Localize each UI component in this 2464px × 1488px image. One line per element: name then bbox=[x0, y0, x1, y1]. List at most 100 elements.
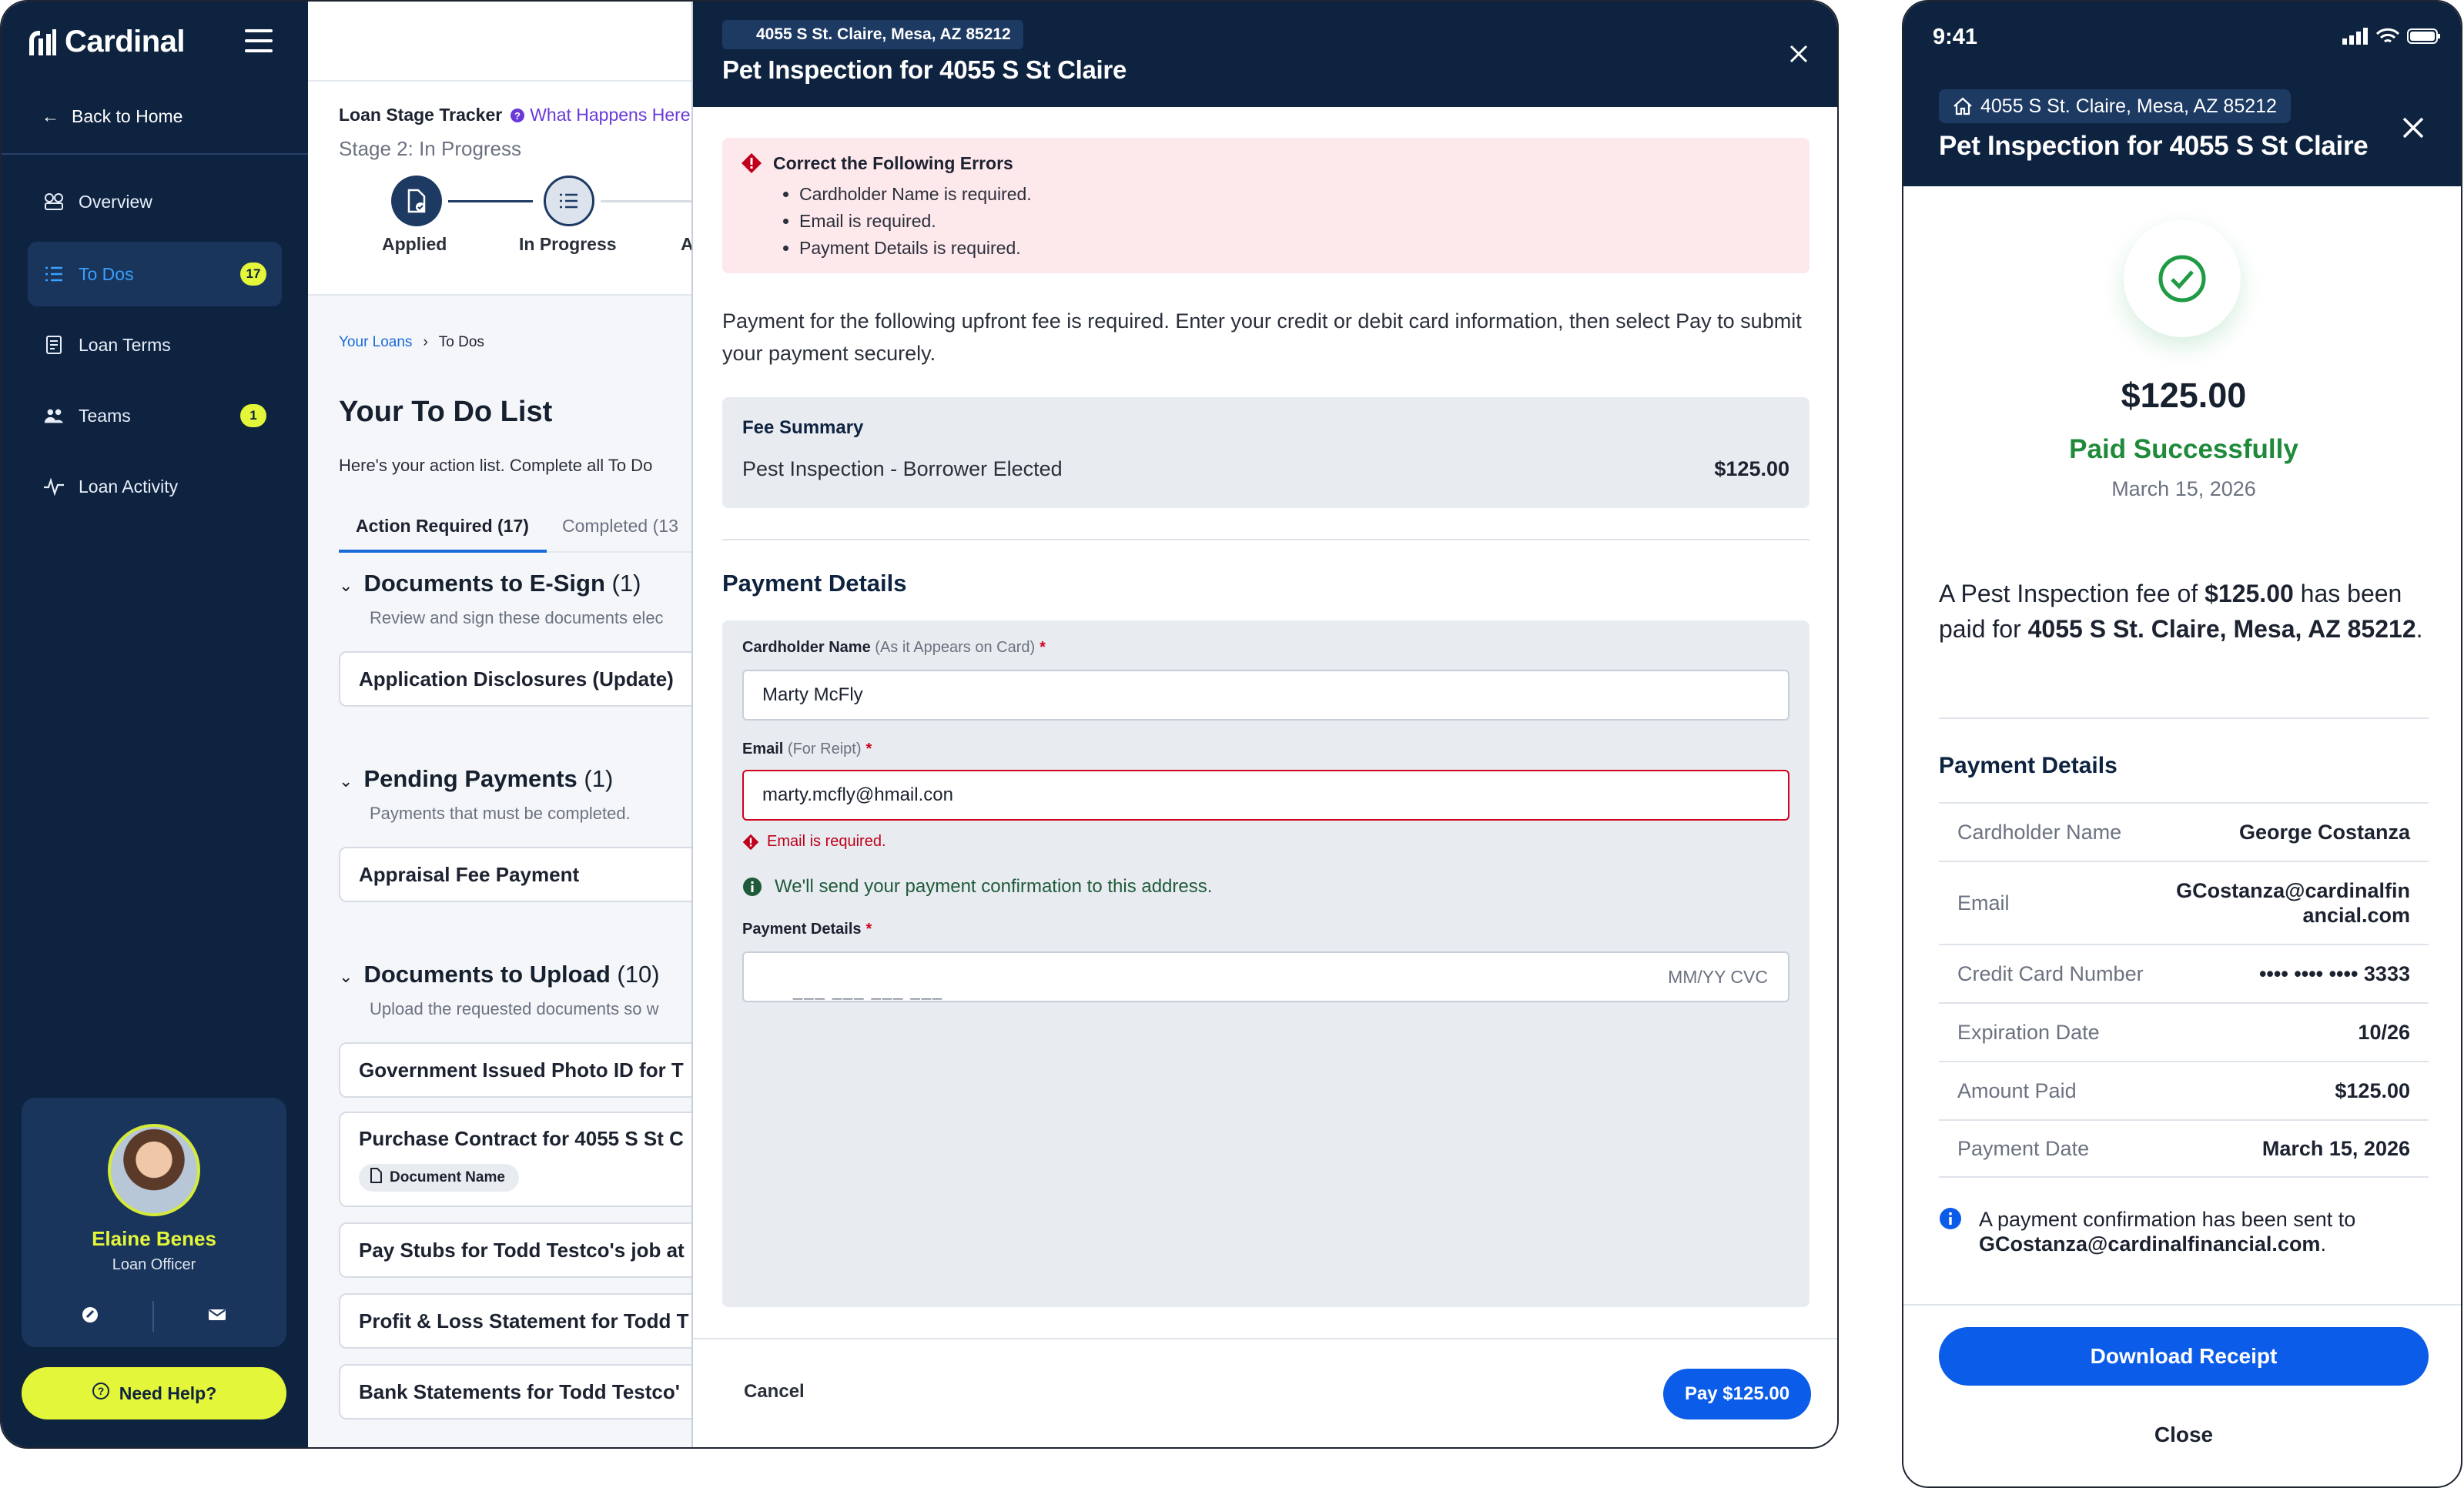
fee-amount: $125.00 bbox=[1714, 457, 1789, 480]
row-label: Amount Paid bbox=[1957, 1078, 2077, 1102]
table-row: Cardholder Name George Costanza bbox=[1939, 802, 2429, 861]
section-count: (1) bbox=[611, 570, 641, 597]
chevron-right-icon: › bbox=[423, 334, 428, 350]
back-to-home-link[interactable]: ← Back to Home bbox=[42, 106, 182, 127]
need-help-button[interactable]: ? Need Help? bbox=[22, 1367, 286, 1419]
status-time: 9:41 bbox=[1933, 25, 1978, 49]
list-item[interactable]: Appraisal Fee Payment bbox=[339, 847, 701, 902]
help-link-text: What Happens Here bbox=[530, 105, 691, 125]
sidebar-item-overview[interactable]: Overview bbox=[28, 169, 282, 234]
stage-label: Stage 2: In Progress bbox=[339, 137, 522, 160]
payment-form: Cardholder Name (As it Appears on Card) *… bbox=[722, 620, 1810, 1307]
list-item[interactable]: Profit & Loss Statement for Todd T bbox=[339, 1293, 701, 1349]
help-circle-icon: ? bbox=[511, 109, 525, 122]
tab-completed[interactable]: Completed (13 bbox=[562, 516, 678, 537]
payment-modal: 4055 S St. Claire, Mesa, AZ 85212 Pet In… bbox=[691, 2, 1837, 1447]
sidebar-divider bbox=[2, 153, 308, 155]
phone-icon[interactable] bbox=[82, 1306, 99, 1327]
sidebar-item-teams[interactable]: Teams 1 bbox=[28, 383, 282, 448]
list-item[interactable]: Pay Stubs for Todd Testco's job at bbox=[339, 1222, 701, 1278]
payment-details-table: Cardholder Name George Costanza Email GCos… bbox=[1939, 802, 2429, 1178]
payment-details-label: Payment Details * bbox=[742, 921, 872, 938]
list-item[interactable]: Government Issued Photo ID for T bbox=[339, 1042, 701, 1098]
row-value: George Costanza bbox=[2238, 820, 2410, 844]
note-pre: A payment confirmation has been sent to bbox=[1979, 1208, 2356, 1231]
label-text: Email bbox=[742, 741, 784, 757]
property-address-chip: 4055 S St. Claire, Mesa, AZ 85212 bbox=[722, 20, 1023, 49]
back-label: Back to Home bbox=[72, 106, 183, 126]
cancel-button[interactable]: Cancel bbox=[744, 1381, 805, 1403]
step-connector bbox=[448, 200, 533, 202]
breadcrumb-your-loans[interactable]: Your Loans bbox=[339, 334, 412, 351]
top-bar bbox=[308, 2, 693, 82]
property-address-chip: 4055 S St. Claire, Mesa, AZ 85212 bbox=[1939, 89, 2291, 123]
payment-status: Paid Successfully bbox=[2069, 434, 2298, 464]
mobile-screen: 9:41 4055 S St. Claire, Mesa, AZ 85212 P… bbox=[1902, 0, 2462, 1488]
row-label: Email bbox=[1957, 891, 2010, 915]
officer-name: Elaine Benes bbox=[92, 1227, 216, 1250]
step-connector bbox=[601, 200, 693, 202]
close-icon[interactable] bbox=[2399, 114, 2427, 142]
row-label: Cardholder Name bbox=[1957, 820, 2122, 844]
sidebar-item-label: Overview bbox=[79, 191, 152, 212]
mail-icon[interactable] bbox=[208, 1308, 226, 1326]
row-label: Credit Card Number bbox=[1957, 961, 2144, 985]
note-email: GCostanza@cardinalfinancial.com bbox=[1979, 1232, 2321, 1256]
list-item[interactable]: Bank Statements for Todd Testco' bbox=[339, 1364, 701, 1419]
card-expiry-cvc-placeholder: MM/YY CVC bbox=[1668, 967, 1768, 987]
close-icon[interactable] bbox=[1785, 40, 1813, 68]
row-value: $125.00 bbox=[2335, 1078, 2410, 1102]
sidebar-item-loan-activity[interactable]: Loan Activity bbox=[28, 454, 282, 519]
menu-icon[interactable] bbox=[245, 29, 273, 52]
email-info: We'll send your payment confirmation to … bbox=[742, 876, 1212, 898]
section-e-sign-header[interactable]: ⌄ Documents to E-Sign (1) bbox=[339, 570, 641, 597]
sidebar-item-to-dos[interactable]: To Dos 17 bbox=[28, 242, 282, 306]
todo-count-badge: 17 bbox=[240, 262, 266, 286]
table-row: Amount Paid $125.00 bbox=[1939, 1061, 2429, 1119]
error-item: Cardholder Name is required. bbox=[799, 181, 1032, 208]
pay-button[interactable]: Pay $125.00 bbox=[1663, 1369, 1811, 1419]
sidebar-item-loan-terms[interactable]: Loan Terms bbox=[28, 313, 282, 377]
error-summary: Correct the Following Errors Cardholder … bbox=[722, 138, 1810, 273]
section-count: (1) bbox=[584, 765, 614, 792]
download-receipt-button[interactable]: Download Receipt bbox=[1939, 1327, 2429, 1386]
row-label: Payment Date bbox=[1957, 1136, 2090, 1160]
table-row: Email GCostanza@cardinalfinancial.com bbox=[1939, 861, 2429, 944]
row-value: March 15, 2026 bbox=[2261, 1136, 2410, 1160]
error-diamond-icon bbox=[741, 152, 762, 178]
battery-icon bbox=[2407, 28, 2440, 44]
email-input[interactable]: marty.mcfly@hmail.con bbox=[742, 770, 1789, 821]
label-text: Payment Details bbox=[742, 921, 862, 938]
document-chip: Document Name bbox=[359, 1164, 519, 1192]
section-upload-header[interactable]: ⌄ Documents to Upload (10) bbox=[339, 961, 660, 988]
card-number-input[interactable]: ___ ___ ___ ___ MM/YY CVC bbox=[742, 951, 1789, 1002]
section-payments-header[interactable]: ⌄ Pending Payments (1) bbox=[339, 765, 613, 793]
error-item: Payment Details is required. bbox=[799, 235, 1032, 262]
msg-text: . bbox=[2415, 615, 2423, 643]
cardholder-name-input[interactable]: Marty McFly bbox=[742, 670, 1789, 721]
chevron-down-icon: ⌄ bbox=[339, 967, 353, 986]
svg-text:?: ? bbox=[514, 110, 521, 122]
list-item[interactable]: Application Disclosures (Update) bbox=[339, 651, 701, 707]
todo-list-icon bbox=[43, 263, 65, 285]
status-bar: 9:41 bbox=[1903, 2, 2461, 66]
cardholder-name-label: Cardholder Name (As it Appears on Card) * bbox=[742, 639, 1046, 657]
label-hint: (As it Appears on Card) bbox=[875, 639, 1036, 656]
close-button[interactable]: Close bbox=[1903, 1423, 2461, 1447]
paid-amount: $125.00 bbox=[2121, 376, 2247, 415]
list-item[interactable]: Purchase Contract for 4055 S St C Docume… bbox=[339, 1112, 701, 1207]
chevron-down-icon: ⌄ bbox=[339, 576, 353, 595]
what-happens-here-link[interactable]: ? What Happens Here bbox=[510, 105, 691, 125]
brand-logo[interactable]: Cardinal bbox=[26, 25, 186, 59]
payment-date: March 15, 2026 bbox=[2111, 477, 2256, 500]
tab-action-required[interactable]: Action Required (17) bbox=[339, 516, 547, 553]
page-title: Your To Do List bbox=[339, 396, 553, 428]
section-description: Review and sign these documents elec bbox=[370, 608, 664, 627]
label-text: Cardholder Name bbox=[742, 639, 871, 656]
modal-title: Pet Inspection for 4055 S St Claire bbox=[722, 55, 1127, 84]
divider bbox=[722, 539, 1810, 540]
fee-item: Pest Inspection - Borrower Elected bbox=[742, 457, 1063, 480]
email-info-text: We'll send your payment confirmation to … bbox=[775, 876, 1213, 897]
section-title: Documents to E-Sign bbox=[363, 570, 605, 597]
payment-intro: Payment for the following upfront fee is… bbox=[722, 309, 1802, 365]
